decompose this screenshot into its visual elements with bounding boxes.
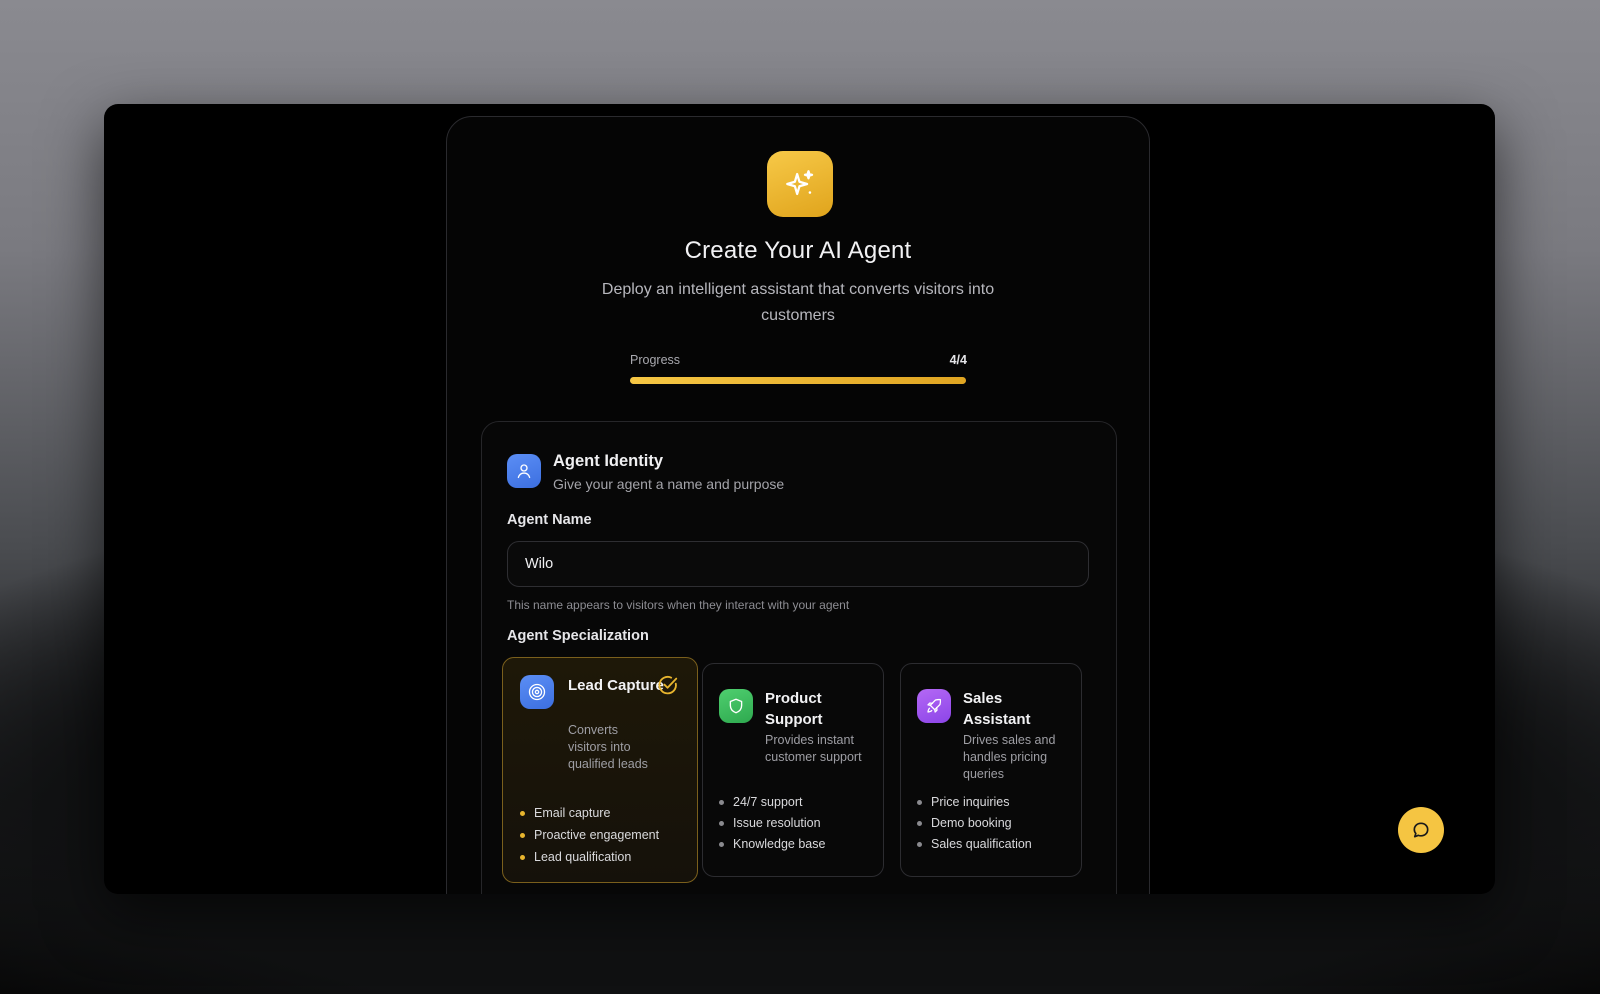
feature-item: Price inquiries bbox=[917, 792, 1032, 813]
agent-name-hint: This name appears to visitors when they … bbox=[507, 598, 850, 612]
progress-bar bbox=[630, 377, 966, 384]
progress-count: 4/4 bbox=[949, 353, 967, 367]
feature-item: Knowledge base bbox=[719, 834, 825, 855]
rocket-icon bbox=[917, 689, 951, 723]
check-circle-icon bbox=[658, 676, 678, 695]
specialization-name: Lead Capture bbox=[568, 677, 664, 694]
bullet-icon bbox=[917, 821, 922, 826]
section-title: Agent Identity bbox=[553, 452, 663, 470]
specialization-description: Provides instant customer support bbox=[765, 733, 862, 764]
user-icon bbox=[507, 454, 541, 488]
feature-item: Demo booking bbox=[917, 813, 1032, 834]
specialization-features: Email capture Proactive engagement Lead … bbox=[520, 802, 659, 868]
page-title: Create Your AI Agent bbox=[684, 237, 912, 264]
agent-specialization-label: Agent Specialization bbox=[507, 628, 649, 644]
sparkles-icon bbox=[767, 151, 833, 217]
agent-name-label: Agent Name bbox=[507, 512, 592, 528]
feature-item: Lead qualification bbox=[520, 846, 659, 868]
feature-item: Proactive engagement bbox=[520, 824, 659, 846]
feature-item: Sales qualification bbox=[917, 834, 1032, 855]
bullet-icon bbox=[520, 810, 525, 816]
feature-item: Issue resolution bbox=[719, 813, 825, 834]
bullet-icon bbox=[719, 821, 724, 826]
progress-bar-fill bbox=[630, 377, 966, 384]
agent-identity-card: Agent Identity Give your agent a name an… bbox=[481, 421, 1117, 894]
chat-bubble-icon bbox=[1413, 822, 1429, 838]
bullet-icon bbox=[719, 800, 724, 805]
shield-icon bbox=[719, 689, 753, 723]
target-icon bbox=[520, 675, 554, 709]
feature-item: Email capture bbox=[520, 802, 659, 824]
bullet-icon bbox=[520, 854, 525, 860]
specialization-sales-assistant[interactable]: Sales Assistant Drives sales and handles… bbox=[900, 663, 1082, 877]
specialization-lead-capture[interactable]: Lead Capture Converts visitors into qual… bbox=[502, 657, 698, 883]
progress-label: Progress bbox=[630, 353, 681, 367]
specialization-description: Converts visitors into qualified leads bbox=[568, 723, 648, 771]
onboarding-panel: Create Your AI Agent Deploy an intellige… bbox=[446, 116, 1150, 894]
chat-button[interactable] bbox=[1398, 807, 1444, 853]
bullet-icon bbox=[520, 832, 525, 838]
specialization-product-support[interactable]: Product Support Provides instant custome… bbox=[702, 663, 884, 877]
bullet-icon bbox=[917, 842, 922, 847]
section-subtitle: Give your agent a name and purpose bbox=[553, 476, 785, 492]
specialization-name: Product Support bbox=[765, 690, 823, 728]
bullet-icon bbox=[917, 800, 922, 805]
bullet-icon bbox=[719, 842, 724, 847]
specialization-features: Price inquiries Demo booking Sales quali… bbox=[917, 792, 1032, 855]
specialization-features: 24/7 support Issue resolution Knowledge … bbox=[719, 792, 825, 855]
agent-name-input[interactable] bbox=[507, 541, 1089, 587]
specialization-description: Drives sales and handles pricing queries bbox=[963, 733, 1056, 781]
specialization-name: Sales Assistant bbox=[963, 690, 1031, 728]
app-window: Create Your AI Agent Deploy an intellige… bbox=[104, 104, 1495, 894]
page-subtitle: Deploy an intelligent assistant that con… bbox=[601, 281, 995, 324]
feature-item: 24/7 support bbox=[719, 792, 825, 813]
